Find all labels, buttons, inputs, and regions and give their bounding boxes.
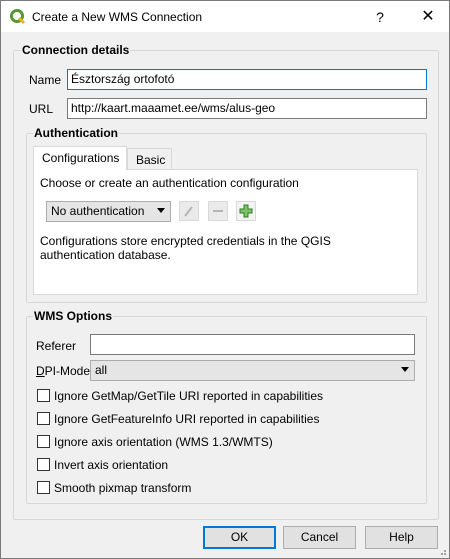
referer-label: Referer: [36, 339, 77, 353]
add-config-button[interactable]: [236, 201, 256, 221]
ignore-axis-orientation-label[interactable]: Ignore axis orientation (WMS 1.3/WMTS): [54, 435, 273, 449]
wms-options-title: WMS Options: [33, 309, 113, 323]
ok-button[interactable]: OK: [203, 526, 276, 549]
auth-config-value: No authentication: [51, 204, 145, 218]
referer-field[interactable]: [90, 334, 415, 355]
url-field[interactable]: http://kaart.maaamet.ee/wms/alus-geo: [67, 98, 427, 119]
context-help-button[interactable]: ?: [365, 6, 395, 28]
dialog-window: Create a New WMS Connection ? ✕ Connecti…: [0, 0, 450, 559]
name-label: Name: [29, 73, 62, 87]
smooth-pixmap-checkbox[interactable]: [37, 481, 50, 494]
tab-configurations[interactable]: Configurations: [33, 146, 127, 170]
url-label: URL: [29, 102, 54, 116]
ignore-axis-orientation-checkbox[interactable]: [37, 435, 50, 448]
cancel-button[interactable]: Cancel: [283, 526, 356, 549]
plus-icon: [239, 204, 253, 218]
auth-config-select[interactable]: No authentication: [46, 201, 171, 222]
pencil-icon: [184, 206, 193, 217]
dpi-mode-label: DPI-Mode: [36, 364, 90, 378]
authentication-title: Authentication: [33, 126, 119, 140]
invert-axis-orientation-label[interactable]: Invert axis orientation: [54, 458, 168, 472]
configurations-pane: Choose or create an authentication confi…: [33, 169, 418, 295]
title-bar[interactable]: Create a New WMS Connection ? ✕: [1, 1, 449, 32]
dpi-mode-label-rest: PI-Mode: [44, 364, 91, 378]
auth-info-text: Configurations store encrypted credentia…: [40, 234, 331, 262]
ignore-getmap-label[interactable]: Ignore GetMap/GetTile URI reported in ca…: [54, 389, 323, 403]
edit-config-button[interactable]: [179, 201, 199, 221]
window-title: Create a New WMS Connection: [32, 10, 203, 24]
resize-grip-icon[interactable]: [437, 546, 447, 556]
chevron-down-icon: [401, 367, 409, 372]
dpi-mode-mnemonic: D: [36, 364, 45, 378]
qgis-logo-icon: [10, 9, 26, 25]
chevron-down-icon: [157, 208, 165, 213]
connection-details-title: Connection details: [21, 43, 131, 57]
help-button[interactable]: Help: [365, 526, 438, 549]
invert-axis-orientation-checkbox[interactable]: [37, 458, 50, 471]
dpi-mode-select[interactable]: all: [90, 360, 415, 381]
smooth-pixmap-label[interactable]: Smooth pixmap transform: [54, 481, 191, 495]
auth-prompt: Choose or create an authentication confi…: [40, 176, 299, 190]
ignore-getfeatureinfo-checkbox[interactable]: [37, 412, 50, 425]
name-field[interactable]: Észtország ortofotó: [67, 69, 427, 90]
remove-config-button[interactable]: [208, 201, 228, 221]
dpi-mode-value: all: [95, 363, 108, 377]
tab-basic[interactable]: Basic: [127, 148, 172, 170]
ignore-getmap-checkbox[interactable]: [37, 389, 50, 402]
ignore-getfeatureinfo-label[interactable]: Ignore GetFeatureInfo URI reported in ca…: [54, 412, 319, 426]
close-button[interactable]: ✕: [413, 6, 443, 28]
minus-icon: [213, 210, 223, 212]
